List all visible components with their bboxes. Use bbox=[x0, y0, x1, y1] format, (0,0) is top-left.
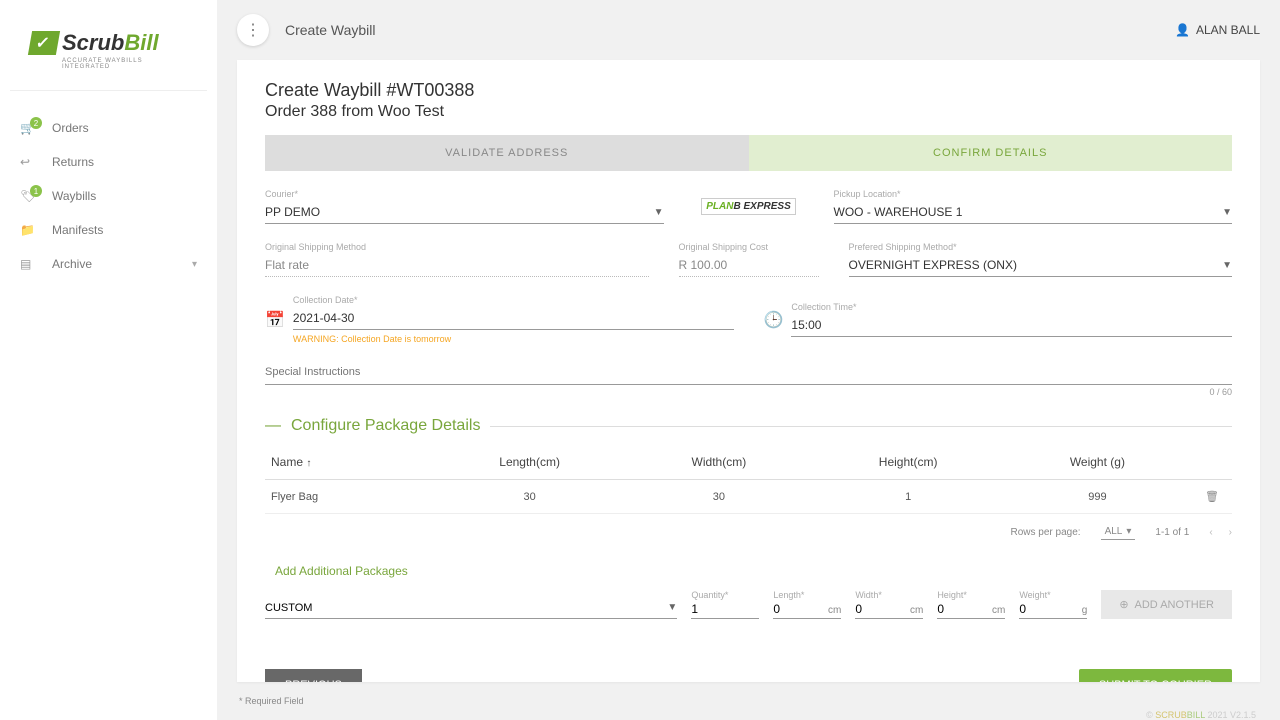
custom-package-select[interactable]: CUSTOM▼ bbox=[265, 598, 677, 619]
folder-icon: 📁 bbox=[20, 223, 40, 237]
shipping-cost: R 100.00 bbox=[679, 254, 819, 277]
chevron-down-icon: ▼ bbox=[1222, 260, 1232, 271]
table-header: Name ↑ Length(cm) Width(cm) Height(cm) W… bbox=[265, 445, 1232, 480]
nav-manifests[interactable]: 📁 Manifests bbox=[0, 213, 217, 247]
cart-icon: 🛒2 bbox=[20, 121, 40, 135]
collection-date-input[interactable]: 2021-04-30 bbox=[293, 307, 734, 330]
clock-icon: 🕒 bbox=[764, 310, 784, 330]
chevron-down-icon: ▼ bbox=[1222, 207, 1232, 218]
required-note: * Required Field bbox=[239, 696, 1280, 706]
add-another-button[interactable]: ⊕ADD ANOTHER bbox=[1101, 590, 1232, 619]
more-button[interactable]: ⋮ bbox=[237, 14, 269, 46]
width-input[interactable] bbox=[855, 600, 906, 618]
sort-up-icon: ↑ bbox=[306, 458, 311, 469]
chevron-down-icon: ▾ bbox=[192, 259, 197, 270]
add-packages-label: Add Additional Packages bbox=[275, 564, 1232, 578]
page-title: Create Waybill bbox=[285, 22, 376, 38]
user-menu[interactable]: 👤 ALAN BALL bbox=[1175, 23, 1260, 37]
footer-copyright: © SCRUBBILL 2021 V2.1.5 bbox=[217, 710, 1256, 720]
shipping-method: Flat rate bbox=[265, 254, 649, 277]
table-row: Flyer Bag 30 30 1 999 🗑 bbox=[265, 480, 1232, 514]
nav-orders[interactable]: 🛒2 Orders bbox=[0, 111, 217, 145]
tab-confirm[interactable]: CONFIRM DETAILS bbox=[749, 135, 1233, 171]
nav-archive[interactable]: ▤ Archive ▾ bbox=[0, 247, 217, 281]
logo: ScrubBill ACCURATE WAYBILLS INTEGRATED bbox=[10, 30, 207, 91]
delete-icon[interactable]: 🗑 bbox=[1205, 491, 1219, 503]
subheading: Order 388 from Woo Test bbox=[265, 103, 1232, 121]
date-warning: WARNING: Collection Date is tomorrow bbox=[293, 334, 734, 344]
tab-validate[interactable]: VALIDATE ADDRESS bbox=[265, 135, 749, 171]
weight-input[interactable] bbox=[1019, 600, 1077, 618]
topbar: ⋮ Create Waybill 👤 ALAN BALL bbox=[217, 0, 1280, 60]
nav-returns[interactable]: ↩ Returns bbox=[0, 145, 217, 179]
height-input[interactable] bbox=[937, 600, 988, 618]
previous-button[interactable]: PREVIOUS bbox=[265, 669, 362, 682]
logo-icon bbox=[28, 31, 60, 55]
prev-page-icon[interactable]: ‹ bbox=[1209, 527, 1212, 538]
special-instructions-input[interactable] bbox=[265, 360, 1232, 385]
length-input[interactable] bbox=[773, 600, 824, 618]
person-icon: 👤 bbox=[1175, 23, 1190, 37]
courier-logo: PLANB EXPRESS bbox=[694, 189, 804, 224]
collection-time-input[interactable]: 15:00 bbox=[791, 314, 1232, 337]
return-icon: ↩ bbox=[20, 155, 40, 169]
preferred-select[interactable]: OVERNIGHT EXPRESS (ONX)▼ bbox=[849, 254, 1233, 277]
rows-per-page-select[interactable]: ALL ▾ bbox=[1101, 524, 1136, 540]
heading: Create Waybill #WT00388 bbox=[265, 80, 1232, 101]
header-name[interactable]: Name ↑ bbox=[265, 455, 435, 469]
quantity-input[interactable] bbox=[691, 600, 759, 618]
courier-select[interactable]: PP DEMO▼ bbox=[265, 201, 664, 224]
sidebar: ScrubBill ACCURATE WAYBILLS INTEGRATED 🛒… bbox=[0, 0, 217, 720]
submit-button[interactable]: SUBMIT TO COURIER bbox=[1079, 669, 1232, 682]
plus-icon: ⊕ bbox=[1119, 598, 1128, 611]
chevron-down-icon: ▼ bbox=[654, 207, 664, 218]
calendar-icon: 📅 bbox=[265, 310, 285, 330]
chevron-down-icon: ▾ bbox=[1126, 526, 1131, 537]
nav-waybills[interactable]: 🏷1 Waybills bbox=[0, 179, 217, 213]
tag-icon: 🏷1 bbox=[20, 189, 40, 203]
chevron-down-icon: ▼ bbox=[667, 602, 677, 614]
section-title: Configure Package Details bbox=[291, 417, 480, 435]
archive-icon: ▤ bbox=[20, 257, 40, 271]
next-page-icon[interactable]: › bbox=[1229, 527, 1232, 538]
char-count: 0 / 60 bbox=[265, 387, 1232, 397]
pickup-select[interactable]: WOO - WAREHOUSE 1▼ bbox=[834, 201, 1233, 224]
collapse-icon[interactable]: — bbox=[265, 417, 281, 435]
